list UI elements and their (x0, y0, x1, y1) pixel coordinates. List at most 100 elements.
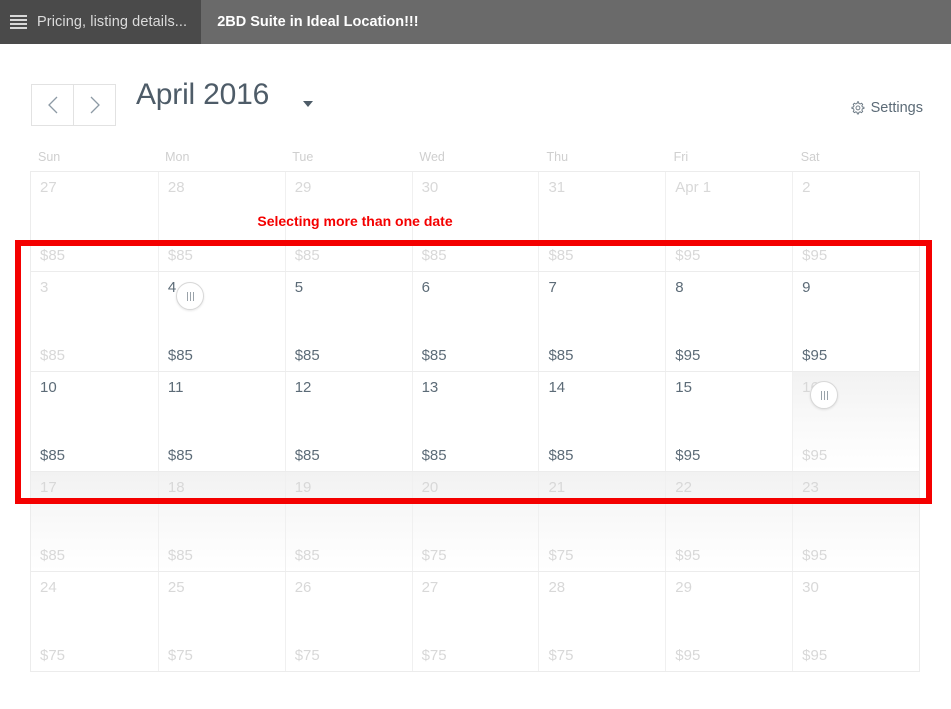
day-number: 18 (167, 479, 185, 496)
day-cell[interactable]: 27 $85 (31, 172, 158, 271)
day-price[interactable]: $75 (548, 648, 573, 663)
day-cell[interactable]: 3 $85 (31, 272, 158, 371)
day-cell[interactable]: 11 $85 (157, 372, 285, 471)
day-price[interactable]: $75 (168, 648, 193, 663)
day-price[interactable]: $95 (675, 648, 700, 663)
prev-month-button[interactable] (32, 85, 73, 125)
day-price[interactable]: $85 (168, 348, 193, 363)
day-cell[interactable]: 2 $95 (792, 172, 920, 271)
day-cell[interactable]: 20 $75 (411, 472, 539, 571)
day-cell[interactable]: 31 $85 (538, 172, 666, 271)
next-month-button[interactable] (73, 85, 115, 125)
weekday-label-tue: Tue (292, 150, 314, 164)
day-cell[interactable]: 15 $95 (665, 372, 793, 471)
day-price[interactable]: $85 (295, 348, 320, 363)
day-price[interactable]: $85 (295, 448, 320, 463)
day-cell[interactable]: 29 $95 (665, 572, 793, 671)
day-price[interactable]: $85 (40, 248, 65, 263)
day-cell[interactable]: 17 $85 (31, 472, 158, 571)
chevron-down-icon[interactable] (303, 101, 313, 107)
day-number: 13 (421, 379, 439, 396)
day-price[interactable]: $85 (295, 248, 320, 263)
day-price[interactable]: $85 (548, 448, 573, 463)
day-price[interactable]: $85 (422, 448, 447, 463)
day-cell[interactable]: 24 $75 (31, 572, 158, 671)
day-cell[interactable]: 28 $75 (538, 572, 666, 671)
day-cell[interactable]: 30 $85 (411, 172, 539, 271)
day-cell[interactable]: 19 $85 (284, 472, 412, 571)
day-number: 5 (294, 279, 304, 296)
day-price[interactable]: $75 (422, 548, 447, 563)
day-number: 10 (40, 379, 57, 396)
day-cell[interactable]: 8 $95 (665, 272, 793, 371)
day-cell[interactable]: 29 $85 (284, 172, 412, 271)
day-price[interactable]: $95 (675, 448, 700, 463)
calendar-week-row: 24 $75 25 $75 26 $75 27 $75 28 $75 29 $95 30 $95 (31, 571, 920, 671)
day-price[interactable]: $85 (422, 248, 447, 263)
day-cell[interactable]: 18 $85 (157, 472, 285, 571)
day-price[interactable]: $95 (675, 348, 700, 363)
day-cell[interactable]: 14 $85 (538, 372, 666, 471)
day-price[interactable]: $85 (548, 348, 573, 363)
day-cell[interactable]: 25 $75 (157, 572, 285, 671)
calendar-grid: 27 $85 28 $85 29 $85 30 $85 31 $85 Apr 1 $95 2 $95 3 $8… (30, 171, 920, 672)
day-cell[interactable]: 6 $85 (411, 272, 539, 371)
day-cell[interactable]: 12 $85 (284, 372, 412, 471)
day-price[interactable]: $85 (40, 448, 65, 463)
day-cell[interactable]: 28 $85 (157, 172, 285, 271)
day-cell[interactable]: 10 $85 (31, 372, 158, 471)
day-cell[interactable]: 9 $95 (792, 272, 920, 371)
day-number: 29 (675, 579, 692, 596)
day-number: 20 (421, 479, 439, 496)
day-price[interactable]: $75 (40, 648, 65, 663)
day-number: 17 (40, 479, 57, 496)
day-number: 8 (675, 279, 684, 296)
day-cell[interactable]: 4 $85 (157, 272, 285, 371)
day-price[interactable]: $95 (802, 448, 827, 463)
weekday-header-row: Sun Mon Tue Wed Thu Fri Sat (30, 150, 920, 164)
day-number: 2 (802, 179, 811, 196)
day-cell[interactable]: 21 $75 (538, 472, 666, 571)
day-cell[interactable]: 27 $75 (411, 572, 539, 671)
day-price[interactable]: $95 (802, 348, 827, 363)
day-price[interactable]: $95 (675, 548, 700, 563)
day-price[interactable]: $95 (802, 548, 827, 563)
selection-end-handle[interactable] (810, 381, 838, 409)
selection-start-handle[interactable] (176, 282, 204, 310)
day-price[interactable]: $95 (802, 248, 827, 263)
day-price[interactable]: $85 (168, 548, 193, 563)
day-price[interactable]: $95 (802, 648, 827, 663)
day-number: 11 (167, 379, 184, 396)
day-cell[interactable]: 13 $85 (411, 372, 539, 471)
day-cell[interactable]: 7 $85 (538, 272, 666, 371)
day-price[interactable]: $75 (548, 548, 573, 563)
day-price[interactable]: $85 (168, 248, 193, 263)
day-cell[interactable]: Apr 1 $95 (665, 172, 793, 271)
day-price[interactable]: $75 (422, 648, 447, 663)
day-cell[interactable]: 26 $75 (284, 572, 412, 671)
day-price[interactable]: $85 (40, 548, 65, 563)
day-price[interactable]: $85 (168, 448, 193, 463)
day-price[interactable]: $85 (40, 348, 65, 363)
day-number: 29 (294, 179, 312, 196)
day-price[interactable]: $85 (548, 248, 573, 263)
day-price[interactable]: $85 (422, 348, 447, 363)
day-price[interactable]: $85 (295, 548, 320, 563)
day-cell[interactable]: 23 $95 (792, 472, 920, 571)
day-number: 31 (548, 179, 566, 196)
weekday-label-wed: Wed (419, 150, 445, 164)
listing-title: 2BD Suite in Ideal Location!!! (217, 14, 419, 30)
hamburger-icon[interactable] (10, 15, 27, 29)
day-number: 6 (421, 279, 430, 296)
day-cell[interactable]: 30 $95 (792, 572, 920, 671)
topbar-left-section[interactable]: Pricing, listing details... (0, 0, 202, 44)
weekday-label-sun: Sun (38, 150, 61, 164)
day-cell[interactable]: 22 $95 (665, 472, 793, 571)
day-number: 27 (40, 179, 57, 196)
day-number: 7 (548, 279, 557, 296)
day-price[interactable]: $75 (295, 648, 320, 663)
day-price[interactable]: $95 (675, 248, 700, 263)
weekday-label-mon: Mon (165, 150, 190, 164)
day-cell[interactable]: 5 $85 (284, 272, 412, 371)
settings-button[interactable]: Settings (850, 100, 923, 116)
